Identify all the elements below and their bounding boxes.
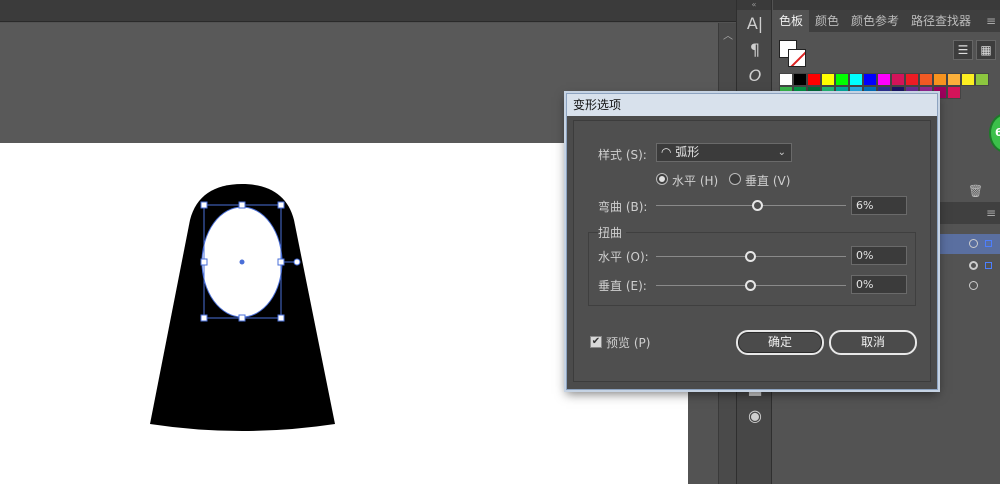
tab-pathfinder[interactable]: 路径查找器	[905, 10, 977, 32]
style-dropdown[interactable]: ◠ 弧形 ⌄	[656, 143, 792, 162]
color-swatch[interactable]	[877, 73, 891, 86]
selection-handle	[277, 258, 285, 266]
selection-handle	[200, 314, 208, 322]
horizontal-radio[interactable]	[656, 173, 668, 185]
collapse-icon[interactable]: «	[737, 0, 771, 10]
color-swatch[interactable]	[849, 73, 863, 86]
bend-slider-thumb[interactable]	[751, 200, 763, 211]
color-swatch[interactable]	[919, 73, 933, 86]
fill-stroke-widget[interactable]	[779, 40, 809, 68]
selection-handle	[277, 201, 285, 209]
bend-input[interactable]: 6%	[851, 196, 907, 215]
distort-group	[588, 232, 916, 306]
cancel-button[interactable]: 取消	[829, 330, 917, 355]
color-swatch[interactable]	[947, 86, 961, 99]
selection-handle	[238, 314, 246, 322]
target-icon[interactable]	[969, 239, 978, 248]
color-swatch[interactable]	[891, 73, 905, 86]
style-label: 样式 (S):	[598, 148, 647, 162]
horizontal-radio-label[interactable]: 水平 (H)	[672, 172, 718, 189]
graphic-styles-icon[interactable]: ◉	[737, 402, 773, 428]
menu-icon[interactable]: ≡	[986, 206, 996, 220]
center-point	[239, 259, 245, 265]
selection-indicator-icon	[985, 262, 992, 269]
selection-handle	[238, 201, 246, 209]
arc-icon: ◠	[661, 145, 676, 159]
paragraph-icon[interactable]: ¶	[737, 36, 773, 62]
selection-handle	[200, 201, 208, 209]
distort-vertical-label: 垂直 (E):	[598, 279, 647, 293]
character-icon[interactable]: A|	[737, 10, 773, 36]
distort-group-label: 扭曲	[598, 224, 627, 241]
color-swatch[interactable]	[793, 73, 807, 86]
trash-icon[interactable]: 🗑	[968, 184, 983, 198]
color-swatch[interactable]	[821, 73, 835, 86]
bend-label: 弯曲 (B):	[598, 200, 648, 214]
vertical-radio-label[interactable]: 垂直 (V)	[745, 172, 790, 189]
tab-color[interactable]: 颜色	[809, 10, 845, 32]
color-swatch[interactable]	[947, 73, 961, 86]
target-icon[interactable]	[969, 261, 978, 270]
stroke-swatch[interactable]	[788, 49, 806, 67]
selection-indicator-icon	[985, 240, 992, 247]
style-value: 弧形	[675, 145, 700, 159]
panel-header	[773, 0, 1000, 10]
color-swatch[interactable]	[975, 73, 989, 86]
ok-button[interactable]: 确定	[736, 330, 824, 355]
color-swatch[interactable]	[835, 73, 849, 86]
scroll-up-icon[interactable]: ︿	[723, 27, 733, 42]
chevron-down-icon: ⌄	[777, 147, 786, 158]
opentype-icon[interactable]: O	[737, 62, 773, 88]
color-swatch[interactable]	[863, 73, 877, 86]
distort-vertical-thumb[interactable]	[745, 280, 756, 291]
panel-tabs: 色板 颜色 颜色参考 路径查找器 ≡	[773, 10, 1000, 32]
distort-horizontal-thumb[interactable]	[745, 251, 756, 262]
grid-view-icon[interactable]: ▦	[976, 40, 996, 60]
color-swatch[interactable]	[905, 73, 919, 86]
distort-horizontal-label: 水平 (O):	[598, 250, 649, 264]
menu-icon[interactable]: ≡	[986, 10, 996, 32]
distort-horizontal-input[interactable]: 0%	[851, 246, 907, 265]
list-view-icon[interactable]: ☰	[953, 40, 973, 60]
distort-vertical-input[interactable]: 0%	[851, 275, 907, 294]
color-swatch[interactable]	[807, 73, 821, 86]
selection-handle	[277, 314, 285, 322]
selection-handle	[200, 258, 208, 266]
preview-label[interactable]: 预览 (P)	[606, 334, 650, 351]
color-swatch[interactable]	[961, 73, 975, 86]
color-swatch[interactable]	[779, 73, 793, 86]
vertical-radio[interactable]	[729, 173, 741, 185]
tab-color-guide[interactable]: 颜色参考	[845, 10, 905, 32]
target-icon[interactable]	[969, 281, 978, 290]
color-swatch[interactable]	[933, 73, 947, 86]
tab-swatches[interactable]: 色板	[773, 10, 810, 32]
preview-checkbox[interactable]: ✔	[590, 336, 602, 348]
widget-handle	[293, 258, 301, 266]
dialog-title: 变形选项	[567, 94, 937, 116]
